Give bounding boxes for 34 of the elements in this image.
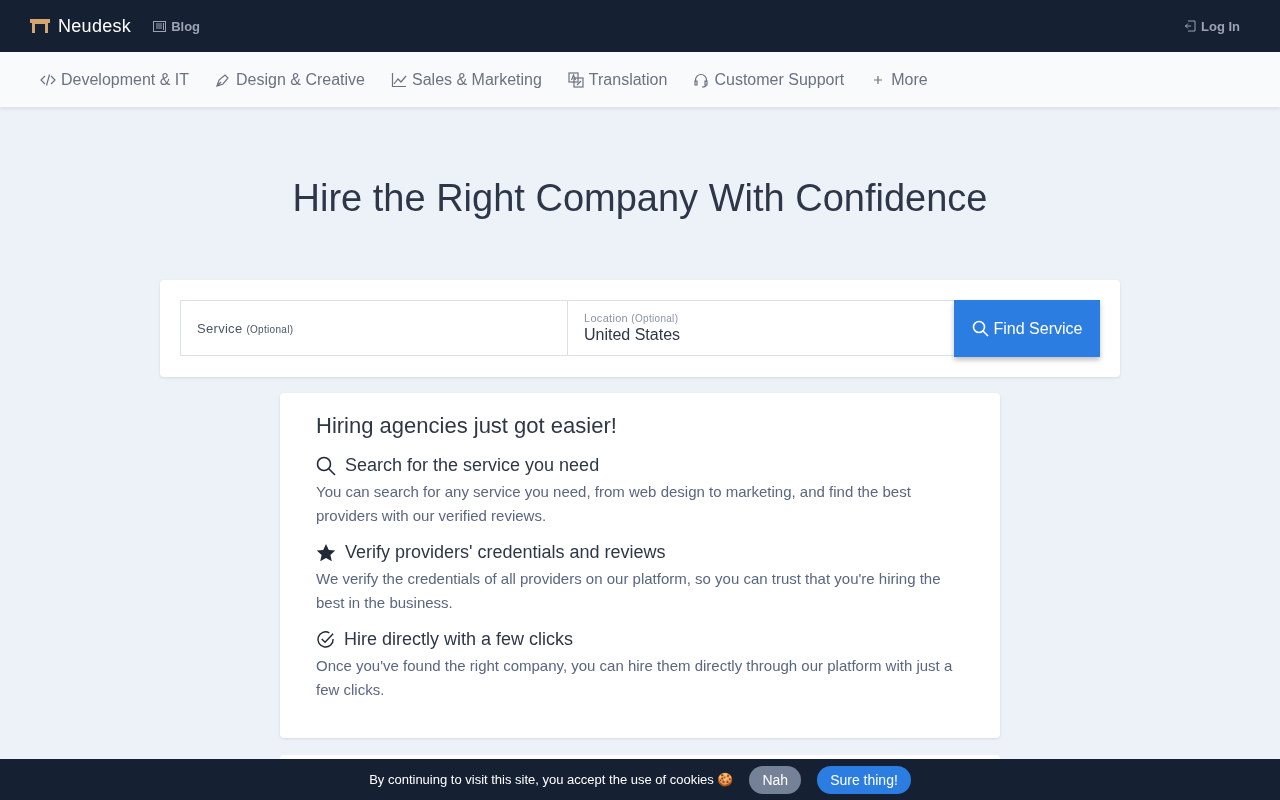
search-icon — [316, 455, 336, 476]
category-link[interactable]: Sales & Marketing — [391, 70, 542, 89]
category-link[interactable]: Design & Creative — [215, 70, 365, 89]
category-link[interactable]: Customer Support — [693, 70, 845, 89]
feature-text: Once you've found the right company, you can hire them directly through our platform with just a few clicks. — [316, 656, 954, 700]
category-link[interactable]: Development & IT — [40, 70, 190, 89]
category-link[interactable]: More — [870, 70, 928, 89]
category-link[interactable]: Translation — [567, 70, 668, 89]
feature-title: Search for the service you need — [345, 455, 600, 476]
newspaper-icon — [153, 20, 167, 32]
logo-icon — [30, 19, 50, 33]
feature-title: Verify providers' credentials and reviews — [345, 542, 666, 563]
search-field[interactable]: Location (Optional) United States — [567, 300, 955, 356]
feature-text: We verify the credentials of all providers on our platform, so you can trust that you're hiring the best in the business. — [316, 569, 942, 613]
search-icon — [971, 320, 989, 337]
code-icon — [40, 71, 56, 88]
star-icon — [316, 542, 336, 563]
search-field[interactable]: Service (Optional) — [180, 300, 568, 356]
login-link[interactable]: Log In — [1184, 18, 1240, 34]
feature-title: Hire directly with a few clicks — [344, 629, 574, 650]
chart-icon — [391, 71, 407, 88]
decline-button[interactable]: Nah — [749, 765, 802, 794]
cookie-text: By continuing to visit this site, you accept the use of cookies 🍪 — [369, 772, 734, 787]
login-icon — [1184, 20, 1196, 32]
blog-link[interactable]: Blog — [153, 18, 201, 34]
translate-icon — [567, 71, 584, 88]
hero-title: Hire the Right Company With Confidence — [292, 177, 988, 220]
feature-text: You can search for any service you need, from web design to marketing, and find the best providers with our verified reviews. — [316, 482, 912, 526]
check-circle-icon — [316, 630, 335, 649]
headset-icon — [693, 71, 710, 88]
info-title: Hiring agencies just got easier! — [316, 413, 618, 439]
find-service-button[interactable]: Find Service — [954, 300, 1100, 357]
accept-button[interactable]: Sure thing! — [817, 765, 911, 794]
brand-name[interactable]: Neudesk — [58, 15, 132, 37]
